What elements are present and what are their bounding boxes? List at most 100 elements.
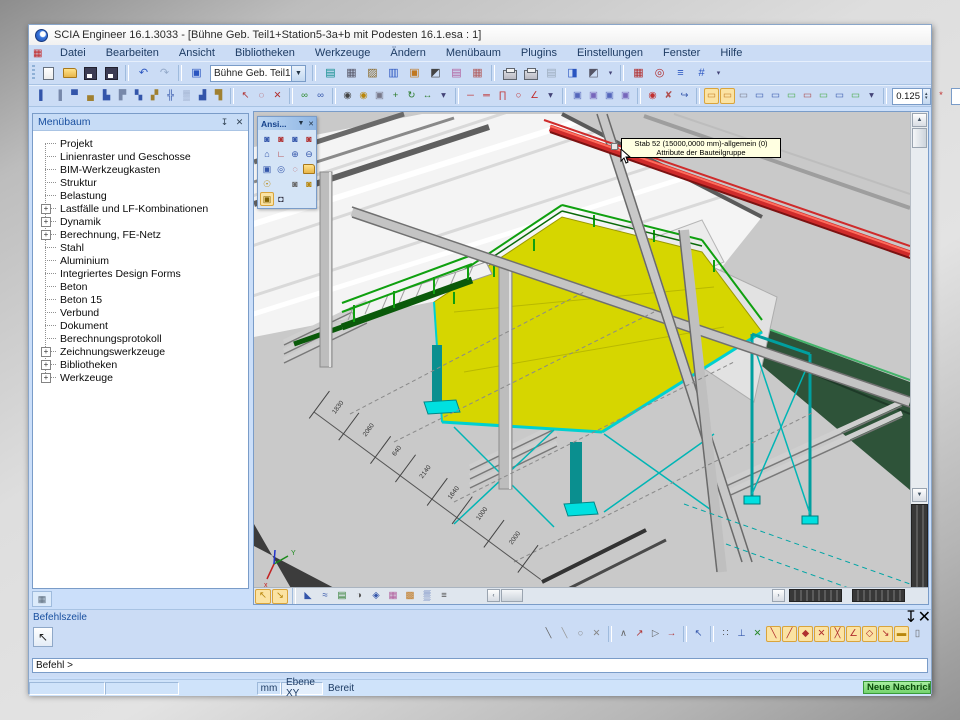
tree-item-bim-werkzeugkasten[interactable]: BIM-Werkzeugkasten	[33, 163, 248, 176]
snap-circle-icon[interactable]: ○	[573, 626, 588, 642]
scroll-left-icon[interactable]: ‹	[487, 589, 500, 602]
view-all-windows-icon[interactable]: ▭	[848, 88, 863, 104]
draw-parallel-icon[interactable]: ═	[479, 88, 494, 104]
snap-direction-icon[interactable]: ↗	[632, 626, 647, 642]
select-by-cursor-icon[interactable]: ↖	[238, 88, 253, 104]
toolbar-overflow-icon[interactable]: ▾	[605, 64, 616, 83]
expand-icon[interactable]: +	[41, 217, 51, 227]
tree-item-bibliotheken[interactable]: +Bibliotheken	[33, 358, 248, 371]
close-icon[interactable]: ✕	[306, 120, 316, 128]
zoom-in-icon[interactable]: ⊕	[288, 147, 302, 161]
truss-icon[interactable]: ▚	[131, 88, 146, 104]
menu-item-bibliotheken[interactable]: Bibliotheken	[225, 46, 305, 60]
status-plane[interactable]: Ebene XY	[281, 682, 323, 695]
paperspace-icon[interactable]: ▥	[384, 64, 403, 83]
structure-colors-icon[interactable]: ▩	[402, 589, 418, 604]
tree-item-dynamik[interactable]: +Dynamik	[33, 215, 248, 228]
bill-of-material-icon[interactable]: ≡	[671, 64, 690, 83]
tree-item-verbund[interactable]: Verbund	[33, 306, 248, 319]
axo-view-icon[interactable]: ◣	[300, 589, 316, 604]
scroll-down-icon[interactable]: ▼	[912, 488, 927, 502]
expand-icon[interactable]: +	[41, 360, 51, 370]
image-icon[interactable]: ◩	[426, 64, 445, 83]
menu-item-werkzeuge[interactable]: Werkzeuge	[305, 46, 380, 60]
menu-item-datei[interactable]: Datei	[50, 46, 96, 60]
command-input[interactable]: Befehl >	[32, 658, 928, 673]
unlink-members-icon[interactable]: ∞	[313, 88, 328, 104]
menu-item-einstellungen[interactable]: Einstellungen	[567, 46, 653, 60]
load-panel-icon[interactable]: ▜	[211, 88, 226, 104]
scroll-right-icon[interactable]: ›	[772, 589, 785, 602]
menu-item-men-baum[interactable]: Menübaum	[436, 46, 511, 60]
draw-angle-icon[interactable]: ∠	[527, 88, 542, 104]
break-icon[interactable]: ✘	[661, 88, 676, 104]
ucs-view-icon[interactable]: ∟	[274, 147, 288, 161]
view-top-icon[interactable]: ◙	[260, 132, 274, 146]
menu-item-bearbeiten[interactable]: Bearbeiten	[96, 46, 169, 60]
expand-icon[interactable]: +	[41, 204, 51, 214]
snap-delete-icon[interactable]: ✕	[589, 626, 604, 642]
pin-icon[interactable]: ↧	[218, 116, 231, 128]
support-icon[interactable]: ▒	[179, 88, 194, 104]
insert-block-icon[interactable]: ▣	[602, 88, 617, 104]
chevron-down-icon[interactable]: ▼	[296, 120, 306, 127]
view-axo-icon[interactable]: ◙	[302, 132, 316, 146]
view-front-window-icon[interactable]: ▭	[752, 88, 767, 104]
snap-endpoint-icon[interactable]: ╲	[766, 626, 781, 642]
zoom-window-icon[interactable]: ▣	[260, 162, 274, 176]
selection-center-icon[interactable]: ◉	[645, 88, 660, 104]
expand-icon[interactable]: +	[41, 373, 51, 383]
tree-item-integriertes-design-forms[interactable]: Integriertes Design Forms	[33, 267, 248, 280]
snap-midpoint-icon[interactable]: ╱	[782, 626, 797, 642]
copy-icon[interactable]: ▣	[372, 88, 387, 104]
mirror-icon[interactable]: ↔	[420, 88, 435, 104]
save-all-icon[interactable]	[81, 64, 100, 83]
user-block-icon[interactable]: ▣	[618, 88, 633, 104]
toolbar-grip[interactable]	[32, 65, 35, 81]
vertical-scrollbar[interactable]: ▲ ▼	[910, 112, 928, 590]
print-preview-icon[interactable]	[521, 64, 540, 83]
engineering-report-icon[interactable]: ▤	[321, 64, 340, 83]
clip-box-icon[interactable]: ↖	[255, 589, 271, 604]
layout-table-icon[interactable]: ▦	[468, 64, 487, 83]
dock-grip-2[interactable]	[852, 589, 905, 602]
snap-vertex-icon[interactable]: ∧	[616, 626, 631, 642]
view-wireframe-icon[interactable]: ▭	[736, 88, 751, 104]
clip-plane-icon[interactable]: ↘	[272, 589, 288, 604]
expand-icon[interactable]: +	[41, 347, 51, 357]
view-side-icon[interactable]: ◙	[288, 132, 302, 146]
snap-segment-icon[interactable]: ╲	[557, 626, 572, 642]
render-icon[interactable]: ◈	[368, 589, 384, 604]
tree-item-berechnung-fe-netz[interactable]: +Berechnung, FE-Netz	[33, 228, 248, 241]
plate-icon[interactable]: ▀	[67, 88, 82, 104]
snap-nearest-icon[interactable]: ↘	[878, 626, 893, 642]
coordinates-info-icon[interactable]: #	[692, 64, 711, 83]
regen-all-icon[interactable]: ▭	[816, 88, 831, 104]
save-icon[interactable]	[102, 64, 121, 83]
paste-icon[interactable]: ▣	[570, 88, 585, 104]
surfaces-icon[interactable]: ▦	[385, 589, 401, 604]
zoom-out-icon[interactable]: ⊖	[302, 147, 316, 161]
paste-special-icon[interactable]: ▣	[586, 88, 601, 104]
menu-item-ansicht[interactable]: Ansicht	[169, 46, 225, 60]
redo-icon[interactable]: ↷	[155, 64, 174, 83]
tree-item-werkzeuge[interactable]: +Werkzeuge	[33, 371, 248, 384]
tree-item-berechnungsprotokoll[interactable]: Berechnungsprotokoll	[33, 332, 248, 345]
tree-item-lastf-lle-und-lf-kombinationen[interactable]: +Lastfälle und LF-Kombinationen	[33, 202, 248, 215]
snap-node-icon[interactable]: ✕	[814, 626, 829, 642]
window-layout-icon[interactable]: ▣	[187, 64, 206, 83]
print-icon[interactable]	[500, 64, 519, 83]
pin-icon[interactable]: ↧	[904, 607, 917, 627]
snap-tangent-icon[interactable]: ◇	[862, 626, 877, 642]
view-front-icon[interactable]: ◙	[274, 132, 288, 146]
status-units[interactable]: mm	[257, 682, 281, 695]
search-attributes-icon[interactable]: ◉	[356, 88, 371, 104]
dock-grip-vertical[interactable]	[911, 504, 928, 588]
dock-grip-1[interactable]	[789, 589, 842, 602]
snap-line-icon[interactable]: ╲	[541, 626, 556, 642]
view-settings-icon[interactable]: ≡	[436, 589, 452, 604]
cursor-mode-button[interactable]: ↖	[33, 627, 53, 647]
export-block-icon[interactable]: ↪	[677, 88, 692, 104]
menu-item-plugins[interactable]: Plugins	[511, 46, 567, 60]
select-by-polygon-icon[interactable]: ◌	[254, 88, 269, 104]
